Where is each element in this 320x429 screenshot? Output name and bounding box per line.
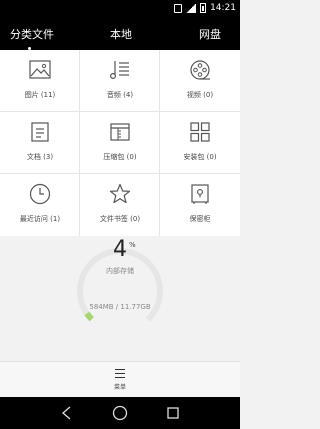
tab-cloud[interactable]: 网盘 xyxy=(199,17,221,50)
storage-label: 内部存储 xyxy=(106,267,134,275)
safe-lock-icon xyxy=(191,184,209,204)
status-time: 14:21 xyxy=(210,3,236,13)
video-reel-icon xyxy=(190,60,210,80)
category-label: 文档 (3) xyxy=(26,153,54,161)
grid-apps-icon xyxy=(190,122,210,142)
category-label: 图片 (11) xyxy=(24,91,56,99)
status-bar: 14:21 xyxy=(0,0,240,17)
music-icon xyxy=(109,61,129,80)
home-icon[interactable] xyxy=(111,404,129,422)
category-label: 保密柜 xyxy=(189,215,211,223)
bottom-menu-bar: 菜单 xyxy=(0,361,240,397)
sim-icon xyxy=(174,3,183,13)
category-label: 安装包 (0) xyxy=(183,153,217,161)
clock-icon xyxy=(29,183,51,205)
category-label: 文件书签 (0) xyxy=(99,215,141,223)
back-icon[interactable] xyxy=(58,404,76,422)
storage-percent: 4 xyxy=(113,237,127,262)
category-images[interactable]: 图片 (11) xyxy=(0,50,80,112)
recent-apps-icon[interactable] xyxy=(164,404,182,422)
category-audio[interactable]: 音频 (4) xyxy=(80,50,160,112)
storage-percent-sign: % xyxy=(129,241,136,249)
image-icon xyxy=(29,60,51,79)
document-icon xyxy=(31,122,49,142)
storage-usage: 584MB / 11.77GB xyxy=(89,303,151,311)
system-nav-bar xyxy=(0,397,240,429)
category-documents[interactable]: 文档 (3) xyxy=(0,112,80,174)
category-label: 视频 (0) xyxy=(186,91,214,99)
category-label: 最近访问 (1) xyxy=(19,215,61,223)
category-safe[interactable]: 保密柜 xyxy=(160,174,240,236)
tab-local[interactable]: 本地 xyxy=(110,17,132,50)
category-label: 压缩包 (0) xyxy=(103,153,137,161)
category-bookmarks[interactable]: 文件书签 (0) xyxy=(80,174,160,236)
signal-icon xyxy=(186,3,197,13)
menu-button[interactable]: 菜单 xyxy=(100,365,140,395)
category-grid: 图片 (11) 音频 (4) 视频 (0) 文档 (3) 压缩包 (0) 安装包… xyxy=(0,50,240,236)
menu-label: 菜单 xyxy=(113,384,126,391)
category-video[interactable]: 视频 (0) xyxy=(160,50,240,112)
archive-icon xyxy=(110,123,130,141)
category-apks[interactable]: 安装包 (0) xyxy=(160,112,240,174)
category-archives[interactable]: 压缩包 (0) xyxy=(80,112,160,174)
category-label: 音频 (4) xyxy=(106,91,134,99)
tab-bar: 分类文件 本地 网盘 xyxy=(0,17,240,50)
category-recent[interactable]: 最近访问 (1) xyxy=(0,174,80,236)
battery-icon xyxy=(200,3,207,13)
star-icon xyxy=(109,183,131,204)
menu-icon xyxy=(115,369,125,378)
tab-categories[interactable]: 分类文件 xyxy=(10,17,54,50)
